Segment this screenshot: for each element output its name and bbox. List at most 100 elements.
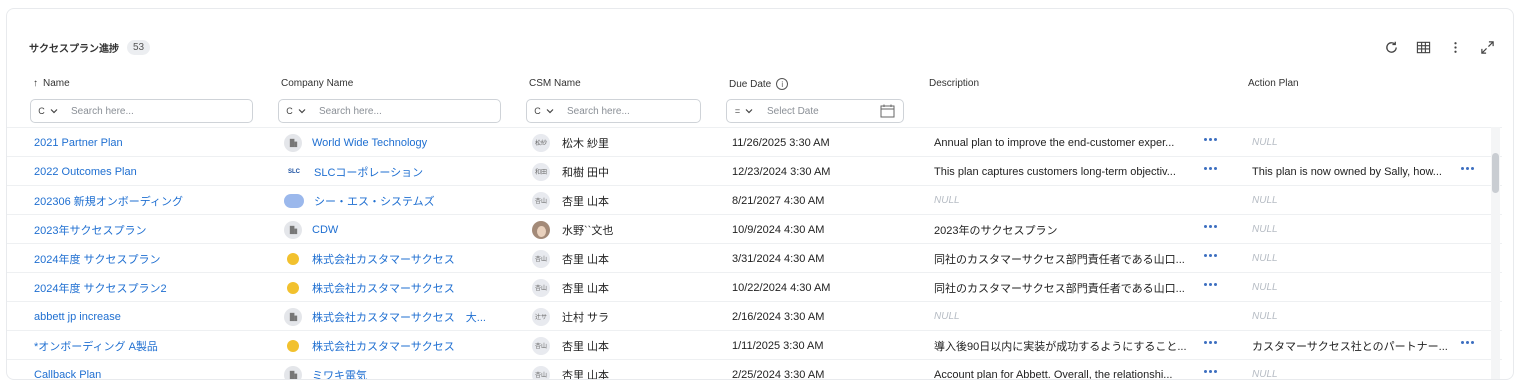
- company-name-link[interactable]: ミワキ電気: [312, 367, 367, 380]
- user-avatar: 辻サ: [532, 307, 550, 326]
- company-search-input[interactable]: [319, 105, 459, 117]
- info-icon[interactable]: i: [776, 78, 789, 90]
- action-plan-text: NULL: [1252, 282, 1278, 293]
- action-plan-text: カスタマーサクセス社とのパートナー...: [1252, 340, 1448, 353]
- sort-ascending-icon: ↑: [33, 78, 38, 89]
- filter-operator-dropdown[interactable]: =: [727, 106, 761, 116]
- plan-name-link[interactable]: 2024年度 サクセスプラン: [34, 251, 161, 267]
- plan-name-link[interactable]: 2024年度 サクセスプラン2: [34, 280, 167, 296]
- description-text: Annual plan to improve the end-customer …: [934, 136, 1175, 149]
- csm-name: 辻村 サラ: [562, 311, 610, 324]
- more-horizontal-icon[interactable]: [1461, 167, 1474, 170]
- company-name-link[interactable]: World Wide Technology: [312, 137, 427, 149]
- vertical-scrollbar[interactable]: [1491, 127, 1500, 379]
- more-horizontal-icon[interactable]: [1204, 138, 1217, 141]
- due-date: 11/26/2025 3:30 AM: [732, 136, 830, 149]
- description-text: NULL: [934, 195, 960, 206]
- description-text: Account plan for Abbett. Overall, the re…: [934, 368, 1173, 380]
- column-header-due-date[interactable]: Due Date i: [729, 78, 789, 90]
- description-text: 2023年のサクセスプラン: [934, 224, 1058, 237]
- company-name-link[interactable]: CDW: [312, 224, 338, 236]
- company-name-link[interactable]: 株式会社カスタマーサクセス: [312, 280, 455, 296]
- column-label: Name: [43, 78, 70, 89]
- company-name-link[interactable]: SLCコーポレーション: [314, 164, 423, 180]
- user-avatar: 杏山: [532, 191, 550, 210]
- more-horizontal-icon[interactable]: [1204, 283, 1217, 286]
- filter-operator-dropdown[interactable]: C: [527, 106, 561, 116]
- table-row[interactable]: abbett jp increase 株式会社カスタマーサクセス 大... 辻サ 辻村…: [7, 301, 1502, 330]
- user-avatar: [532, 220, 550, 239]
- scrollbar-thumb[interactable]: [1492, 153, 1499, 193]
- csm-name: 杏里 山本: [562, 282, 610, 295]
- plan-name-link[interactable]: *オンボーディング A製品: [34, 338, 158, 354]
- due-date-filter: =: [726, 99, 904, 123]
- csm-name: 和樹 田中: [562, 166, 610, 179]
- building-icon: [284, 365, 302, 379]
- column-header-action-plan[interactable]: Action Plan: [1248, 78, 1299, 89]
- action-plan-text: NULL: [1252, 369, 1278, 380]
- chevron-down-icon: [298, 109, 306, 114]
- due-date: 8/21/2027 4:30 AM: [732, 194, 825, 207]
- due-date: 12/23/2024 3:30 AM: [732, 165, 831, 178]
- table-row[interactable]: *オンボーディング A製品 株式会社カスタマーサクセス 杏山 杏里 山本 1/11/20…: [7, 330, 1502, 359]
- column-header-company[interactable]: Company Name: [281, 78, 353, 89]
- company-logo: [284, 337, 302, 355]
- plan-name-link[interactable]: Callback Plan: [34, 369, 101, 380]
- table-row[interactable]: 202306 新規オンボーディング シー・エス・システムズ 杏山 杏里 山本 8/21/…: [7, 185, 1502, 214]
- table-row[interactable]: Callback Plan ミワキ電気 杏山 杏里 山本 2/25/2024 3:30 …: [7, 359, 1502, 380]
- calendar-icon[interactable]: [880, 104, 895, 118]
- chevron-down-icon: [745, 109, 753, 114]
- action-plan-text: NULL: [1252, 195, 1278, 206]
- table-row[interactable]: 2022 Outcomes Plan SLC SLCコーポレーション 和田 和樹 田中 1…: [7, 156, 1502, 185]
- column-header-csm[interactable]: CSM Name: [529, 78, 581, 89]
- name-filter: C: [30, 99, 253, 123]
- chevron-down-icon: [546, 109, 554, 114]
- column-header-name[interactable]: ↑ Name: [33, 78, 70, 89]
- plan-name-link[interactable]: 2023年サクセスプラン: [34, 222, 146, 238]
- filter-operator-dropdown[interactable]: C: [31, 106, 65, 116]
- widget-toolbar: [1383, 39, 1495, 55]
- csm-name: 杏里 山本: [562, 253, 610, 266]
- more-horizontal-icon[interactable]: [1461, 341, 1474, 344]
- action-plan-text: NULL: [1252, 224, 1278, 235]
- more-horizontal-icon[interactable]: [1204, 370, 1217, 373]
- plan-name-link[interactable]: 2022 Outcomes Plan: [34, 166, 137, 178]
- more-vertical-icon[interactable]: [1447, 39, 1463, 55]
- user-avatar: 杏山: [532, 249, 550, 268]
- company-name-link[interactable]: シー・エス・システムズ: [314, 193, 435, 209]
- company-logo: [284, 193, 304, 208]
- plan-name-link[interactable]: abbett jp increase: [34, 311, 121, 323]
- csm-search-input[interactable]: [567, 105, 687, 117]
- column-label: CSM Name: [529, 78, 581, 89]
- table-row[interactable]: 2023年サクセスプラン CDW 水野``文也 10/9/2024 4:30 AM 20…: [7, 214, 1502, 243]
- table-row[interactable]: 2024年度 サクセスプラン2 株式会社カスタマーサクセス 杏山 杏里 山本 10/22…: [7, 272, 1502, 301]
- more-horizontal-icon[interactable]: [1204, 254, 1217, 257]
- table-row[interactable]: 2021 Partner Plan World Wide Technology 松紗…: [7, 127, 1502, 156]
- more-horizontal-icon[interactable]: [1204, 225, 1217, 228]
- plan-name-link[interactable]: 202306 新規オンボーディング: [34, 193, 183, 209]
- description-text: 同社のカスタマーサクセス部門責任者である山口...: [934, 253, 1185, 266]
- action-plan-text: This plan is now owned by Sally, how...: [1252, 165, 1442, 178]
- more-horizontal-icon[interactable]: [1204, 341, 1217, 344]
- table-row[interactable]: 2024年度 サクセスプラン 株式会社カスタマーサクセス 杏山 杏里 山本 3/31/2…: [7, 243, 1502, 272]
- name-search-input[interactable]: [71, 105, 211, 117]
- description-text: This plan captures customers long-term o…: [934, 165, 1176, 178]
- plan-name-link[interactable]: 2021 Partner Plan: [34, 137, 123, 149]
- building-icon: [284, 307, 302, 326]
- record-count-badge: 53: [127, 40, 151, 55]
- table-columns-icon[interactable]: [1415, 39, 1431, 55]
- company-name-link[interactable]: 株式会社カスタマーサクセス: [312, 338, 455, 354]
- csm-filter: C: [526, 99, 701, 123]
- expand-icon[interactable]: [1479, 39, 1495, 55]
- description-text: 導入後90日以内に実装が成功するようにすること...: [934, 340, 1187, 353]
- more-horizontal-icon[interactable]: [1204, 167, 1217, 170]
- building-icon: [284, 220, 302, 239]
- company-name-link[interactable]: 株式会社カスタマーサクセス 大...: [312, 309, 486, 325]
- column-header-description[interactable]: Description: [929, 78, 979, 89]
- company-name-link[interactable]: 株式会社カスタマーサクセス: [312, 251, 455, 267]
- action-plan-text: NULL: [1252, 311, 1278, 322]
- refresh-icon[interactable]: [1383, 39, 1399, 55]
- action-plan-text: NULL: [1252, 137, 1278, 148]
- filter-operator-dropdown[interactable]: C: [279, 106, 313, 116]
- due-date-input[interactable]: [767, 105, 857, 117]
